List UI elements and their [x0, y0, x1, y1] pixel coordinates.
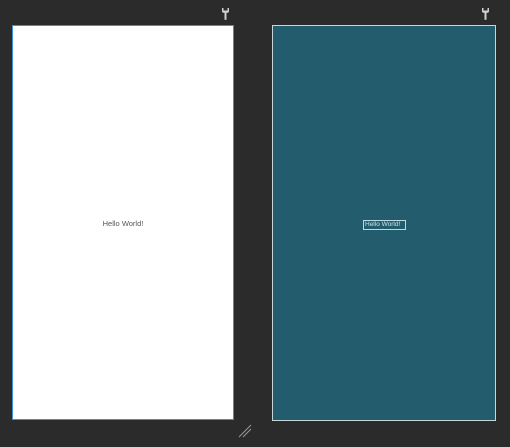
wrench-icon[interactable] — [221, 8, 230, 20]
wrench-icon[interactable] — [481, 8, 490, 20]
layout-editor: Hello World! Hello World! — [0, 0, 510, 447]
resize-handle-icon[interactable] — [238, 424, 252, 438]
design-view[interactable]: Hello World! — [12, 25, 234, 420]
hello-world-textview-blueprint[interactable]: Hello World! — [363, 220, 406, 230]
blueprint-view[interactable]: Hello World! — [272, 25, 496, 421]
hello-world-textview[interactable]: Hello World! — [13, 219, 233, 229]
